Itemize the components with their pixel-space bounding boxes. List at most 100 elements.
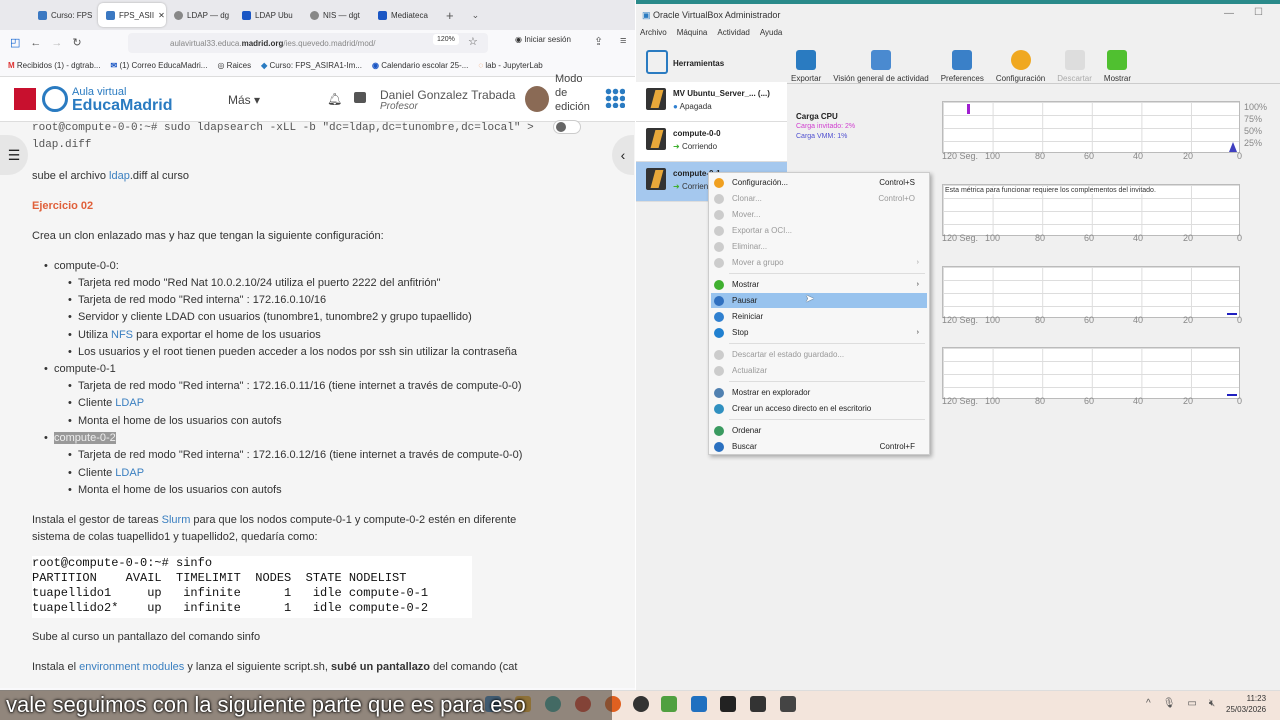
selected-text: compute-0-2 xyxy=(54,432,116,444)
volume-muted-icon[interactable]: 🔇︎ xyxy=(1209,698,1215,709)
cpu-label: Carga CPU xyxy=(796,112,838,121)
x-axis-tick: 40 xyxy=(1133,233,1144,243)
taskbar-vscode-icon[interactable] xyxy=(691,696,707,712)
menu-icon[interactable]: ≡ xyxy=(620,35,626,47)
list-item: Monta el home de los usuarios con autofs xyxy=(68,484,282,496)
tab-mediateca[interactable]: Mediateca xyxy=(370,3,438,27)
madrid-logo[interactable] xyxy=(14,88,36,110)
microphone-icon[interactable]: 🎙︎ xyxy=(1163,698,1176,709)
taskbar-virtualbox-icon[interactable] xyxy=(750,696,766,712)
ldap-link[interactable]: ldap xyxy=(109,170,130,182)
bookmark-calendario[interactable]: ◉ Calendario escolar 25-... xyxy=(372,61,468,70)
tab-ldap[interactable]: LDAP — dg xyxy=(166,3,234,27)
vm-item-ubuntu[interactable]: MV Ubuntu_Server_... (...) ● Apagada xyxy=(636,82,787,122)
menu-item-reiniciar[interactable]: Reiniciar xyxy=(711,309,927,324)
close-tab-icon[interactable]: ✕ xyxy=(158,11,165,20)
menu-item-ordenar[interactable]: Ordenar xyxy=(711,423,927,438)
bookmarks-bar: M Recibidos (1) - dgtrab... ✉ (1) Correo… xyxy=(0,55,635,77)
reload-button[interactable]: ↻ xyxy=(72,36,81,49)
list-item: Cliente LDAP xyxy=(68,467,144,479)
menu-item-clonar[interactable]: Clonar... Control+O xyxy=(711,191,927,206)
tools-icon xyxy=(646,50,668,74)
menu-item-exportar-a-oci[interactable]: Exportar a OCI... xyxy=(711,223,927,238)
export-button[interactable]: Exportar xyxy=(791,50,821,83)
taskbar-app-icon[interactable] xyxy=(661,696,677,712)
x-axis-tick: 0 xyxy=(1237,396,1243,406)
more-menu[interactable]: Más ▾ xyxy=(228,93,260,107)
menu-item-label: Clonar... xyxy=(732,194,762,203)
discard-button[interactable]: Descartar xyxy=(1057,50,1092,83)
bookmark-jupyter[interactable]: ◌ lab - JupyterLab xyxy=(478,61,542,70)
menu-archivo[interactable]: Archivo xyxy=(640,28,667,37)
ldap-link[interactable]: LDAP xyxy=(115,467,144,479)
vm-item-compute-0-0[interactable]: compute-0-0 ➜ Corriendo xyxy=(636,122,787,162)
notifications-bell-icon[interactable]: 🔔︎ xyxy=(327,92,342,106)
tab-fps-active[interactable]: FPS_ASII ✕ xyxy=(98,3,166,27)
menu-item-configuración[interactable]: Configuración... Control+S xyxy=(711,175,927,190)
network-icon[interactable]: ▭ xyxy=(1187,698,1196,709)
nfs-link[interactable]: NFS xyxy=(111,329,133,341)
env-modules-link[interactable]: environment modules xyxy=(79,661,184,673)
menu-item-mostrar[interactable]: Mostrar › xyxy=(711,277,927,292)
apps-grid-icon[interactable] xyxy=(605,88,625,108)
activity-overview-button[interactable]: Visión general de actividad xyxy=(833,50,929,83)
menu-ayuda[interactable]: Ayuda xyxy=(760,28,783,37)
menu-item-mover-a-grupo[interactable]: Mover a grupo › xyxy=(711,255,927,270)
show-button[interactable]: Mostrar xyxy=(1104,50,1131,83)
tab-ldap-ubuntu[interactable]: LDAP Ubu xyxy=(234,3,302,27)
bookmark-correo[interactable]: ✉ (1) Correo EducaMadri... xyxy=(111,61,208,70)
menu-item-descartar-el-estado-guardado[interactable]: Descartar el estado guardado... xyxy=(711,347,927,362)
taskbar-app-icon[interactable] xyxy=(780,696,796,712)
messages-icon[interactable] xyxy=(354,92,366,103)
menu-item-label: Mostrar en explorador xyxy=(732,388,811,397)
tools-item[interactable]: Herramientas xyxy=(673,59,724,68)
login-button[interactable]: ◉ Iniciar sesión xyxy=(515,35,571,44)
menu-item-mover[interactable]: Mover... xyxy=(711,207,927,222)
powered-off-icon: ● xyxy=(673,102,678,111)
submenu-arrow-icon: › xyxy=(916,281,919,288)
forward-button[interactable]: → xyxy=(51,37,62,49)
shortcut-label: Control+O xyxy=(878,194,915,203)
menu-item-buscar[interactable]: Buscar Control+F xyxy=(711,439,927,454)
avatar[interactable] xyxy=(525,86,549,112)
sidebar-toggle-icon[interactable]: ◰ xyxy=(10,36,20,49)
submenu-arrow-icon: › xyxy=(916,259,919,266)
taskbar-github-icon[interactable] xyxy=(633,696,649,712)
maximize-button[interactable]: ☐ xyxy=(1254,7,1263,18)
minimize-button[interactable]: — xyxy=(1224,8,1234,19)
back-button[interactable]: ← xyxy=(30,37,41,49)
menu-item-label: Eliminar... xyxy=(732,242,768,251)
bookmark-curso[interactable]: ◆ Curso: FPS_ASIRA1-Im... xyxy=(261,61,362,70)
menu-actividad[interactable]: Actividad xyxy=(717,28,749,37)
toggle-switch[interactable] xyxy=(553,120,581,134)
preferences-button[interactable]: Preferences xyxy=(941,50,984,83)
menu-item-eliminar[interactable]: Eliminar... xyxy=(711,239,927,254)
tab-curso[interactable]: Curso: FPS xyxy=(30,3,98,27)
x-axis-tick: 120 Seg. xyxy=(942,315,979,325)
extensions-icon[interactable]: ⇪ xyxy=(594,35,603,48)
menu-item-stop[interactable]: Stop › xyxy=(711,325,927,340)
tab-list-chevron-icon[interactable]: ⌄ xyxy=(472,10,480,21)
bookmark-gmail[interactable]: M Recibidos (1) - dgtrab... xyxy=(8,61,101,70)
menu-item-mostrar-en-explorador[interactable]: Mostrar en explorador xyxy=(711,385,927,400)
slurm-link[interactable]: Slurm xyxy=(162,514,191,526)
tray-chevron-icon[interactable]: ^ xyxy=(1146,698,1151,709)
menu-maquina[interactable]: Máquina xyxy=(677,28,708,37)
bookmark-raices[interactable]: ◎ Raices xyxy=(217,61,251,70)
bookmark-star-icon[interactable]: ☆ xyxy=(468,35,478,48)
configuration-button[interactable]: Configuración xyxy=(996,50,1045,83)
tab-nis[interactable]: NIS — dgt xyxy=(302,3,370,27)
user-name[interactable]: Daniel Gonzalez Trabada xyxy=(380,88,515,102)
new-tab-button[interactable]: + xyxy=(446,8,454,23)
taskbar-terminal-icon[interactable] xyxy=(720,696,736,712)
menu-item-actualizar[interactable]: Actualizar xyxy=(711,363,927,378)
ldap-link[interactable]: LDAP xyxy=(115,397,144,409)
menu-item-crear-un-acceso-directo-en-el-escritorio[interactable]: Crear un acceso directo en el escritorio xyxy=(711,401,927,416)
clock[interactable]: 11:23 25/03/2026 xyxy=(1226,693,1266,715)
shortcut-label: Control+F xyxy=(879,442,915,451)
menu-item-pausar[interactable]: Pausar xyxy=(711,293,927,308)
cpu-guest-bar xyxy=(967,104,970,114)
page-icon xyxy=(310,10,319,20)
zoom-level[interactable]: 120% xyxy=(433,34,459,45)
logo-text-main[interactable]: EducaMadrid xyxy=(72,97,172,115)
